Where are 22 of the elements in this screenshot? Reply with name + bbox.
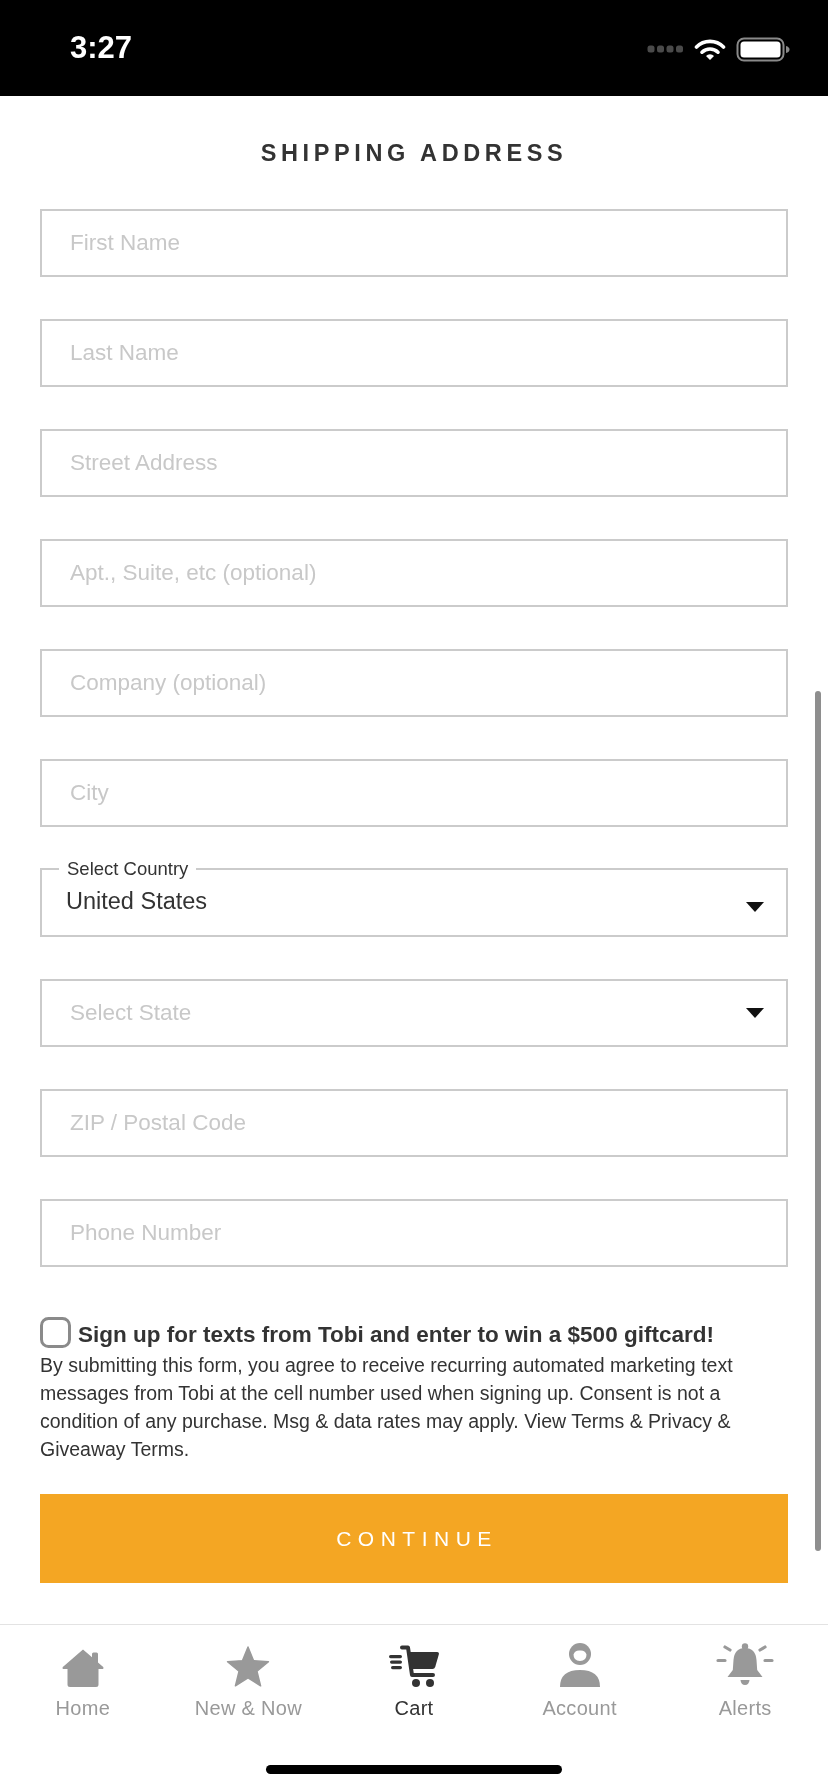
caret-icon xyxy=(746,1008,764,1018)
page-title: SHIPPING ADDRESS xyxy=(260,139,568,168)
status-time: 3:27 xyxy=(70,30,133,66)
star-icon xyxy=(226,1646,271,1688)
person-icon xyxy=(558,1642,601,1688)
tab-item[interactable]: Alerts xyxy=(716,1641,775,1720)
cart-icon xyxy=(388,1644,440,1688)
dropdown-field[interactable]: Select Country United States xyxy=(40,859,788,937)
tab-item[interactable]: Account xyxy=(542,1641,617,1720)
checkbox-label[interactable]: Sign up for texts from Tobi and enter to win a $500 giftcard! xyxy=(78,1322,714,1348)
battery-icon xyxy=(736,36,790,62)
tab-item[interactable]: New & Now xyxy=(194,1641,302,1720)
wifi-icon xyxy=(694,37,726,61)
continue-button[interactable]: CONTINUE xyxy=(40,1494,788,1583)
caret-icon xyxy=(746,902,764,912)
checkbox[interactable] xyxy=(40,1317,71,1348)
tab-item[interactable]: Cart xyxy=(388,1641,440,1720)
consent-text: By submitting this form, you agree to receive recurring automated marketing text messages from Tobi at the cell number used when signing up. Consent is not a condition of any purchase. Msg & data rates may apply. View Terms & Privacy & Giveaway Terms. xyxy=(40,1353,734,1462)
home-icon xyxy=(60,1648,105,1688)
tab-item[interactable]: Home xyxy=(55,1641,111,1720)
signal-icon xyxy=(647,45,684,53)
bell-icon xyxy=(716,1642,775,1688)
